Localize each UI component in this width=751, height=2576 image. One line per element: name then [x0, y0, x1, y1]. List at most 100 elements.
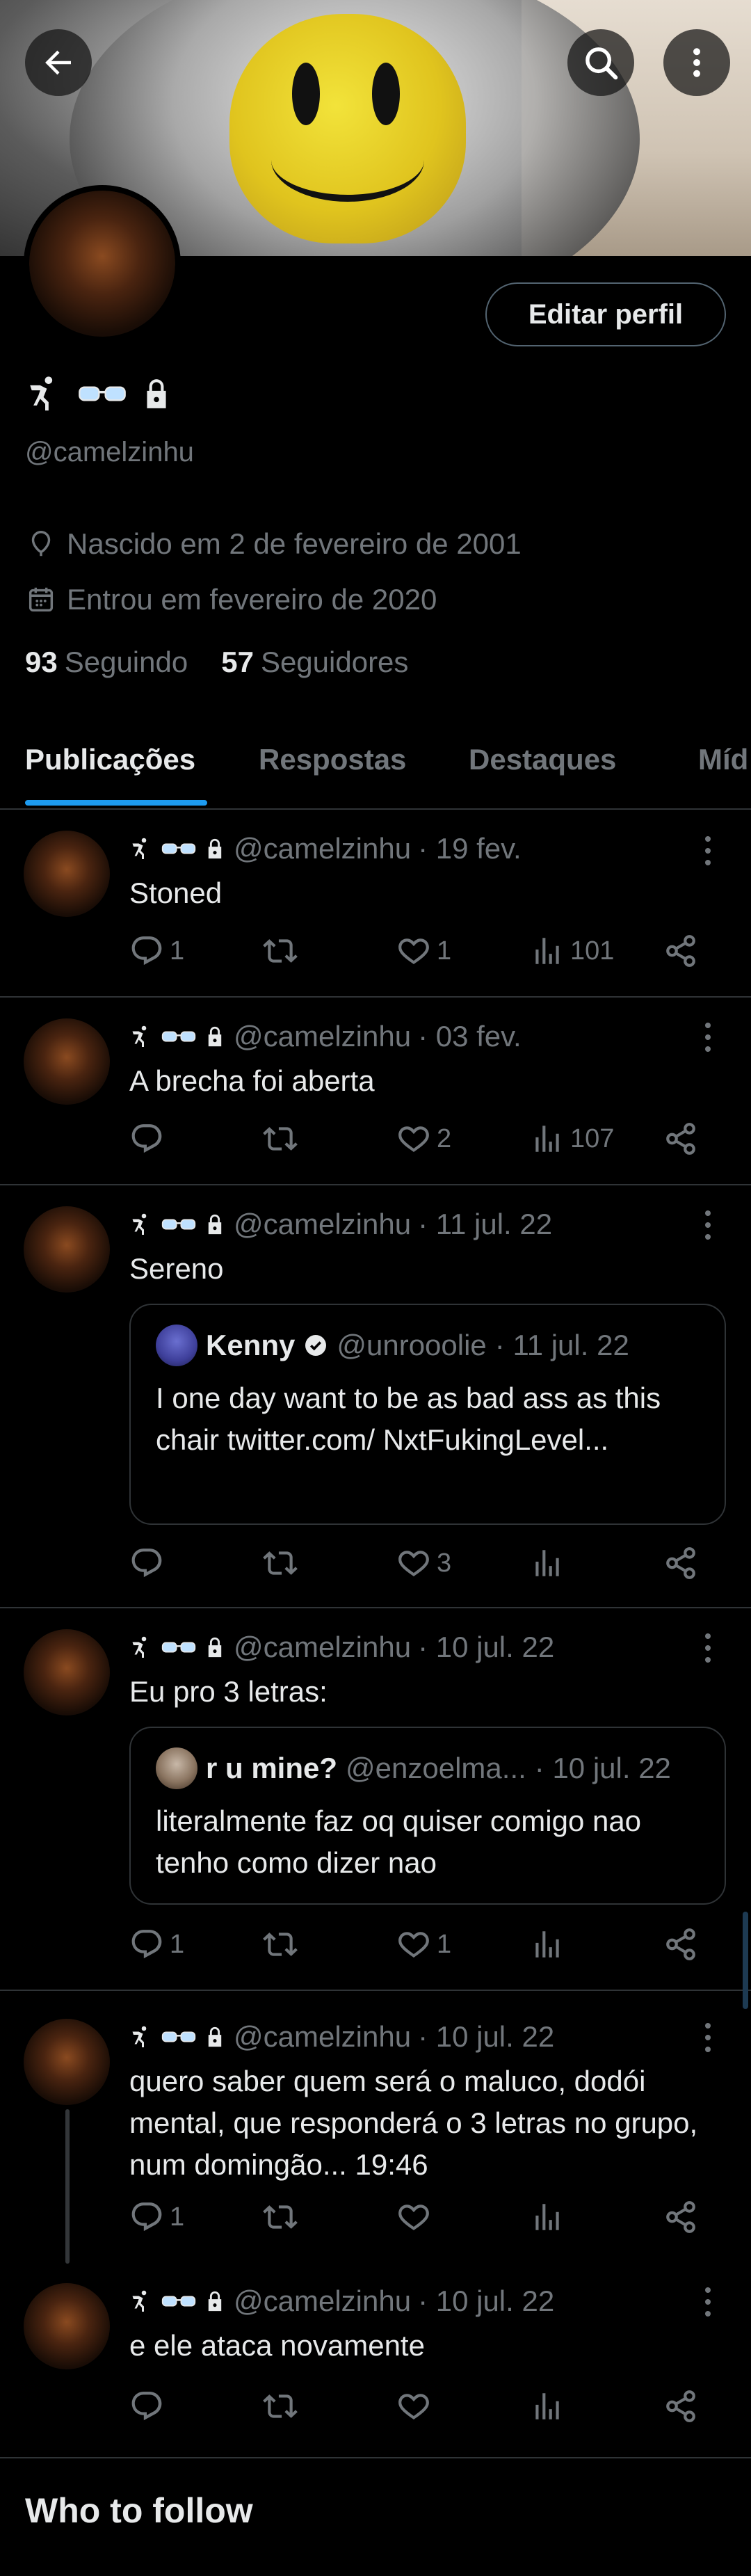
post-more-button[interactable] [695, 833, 720, 868]
post-handle[interactable]: @camelzinhu [234, 1208, 411, 1241]
like-button[interactable]: 2 [396, 1121, 451, 1156]
reply-button[interactable] [129, 2389, 164, 2424]
tab-destaques[interactable]: Destaques [469, 743, 616, 776]
post-avatar[interactable] [24, 1629, 110, 1715]
post[interactable]: @camelzinhu · 03 fev. A brecha foi abert… [0, 998, 751, 1185]
post-avatar[interactable] [24, 2019, 110, 2105]
quote-date: · 10 jul. 22 [534, 1752, 671, 1784]
share-button[interactable] [663, 1546, 698, 1581]
share-button[interactable] [663, 2389, 698, 2424]
post-date[interactable]: · 19 fev. [418, 832, 522, 865]
post[interactable]: @camelzinhu · 10 jul. 22 Eu pro 3 letras… [0, 1608, 751, 1991]
post-handle[interactable]: @camelzinhu [234, 1020, 411, 1053]
post-more-button[interactable] [695, 2020, 720, 2055]
smiley-right-eye [372, 63, 400, 125]
post-date[interactable]: · 11 jul. 22 [418, 1208, 552, 1241]
post-date[interactable]: · 10 jul. 22 [418, 2285, 554, 2318]
reply-button[interactable]: 1 [129, 2200, 184, 2234]
post-handle[interactable]: @camelzinhu [234, 2020, 411, 2054]
quoted-post[interactable]: Kenny @unrooolie · 11 jul. 22 I one day … [129, 1304, 726, 1525]
post-text: quero saber quem será o maluco, dodói me… [129, 2065, 698, 2181]
tab-midia[interactable]: Míd [698, 743, 748, 776]
person-run-icon [129, 1024, 154, 1049]
repost-button[interactable] [263, 2389, 298, 2424]
arrow-left-icon [45, 50, 71, 75]
share-icon [663, 1546, 698, 1581]
views-count: 107 [570, 1123, 615, 1153]
repost-button[interactable] [263, 2200, 298, 2234]
reply-icon [129, 1121, 164, 1156]
repost-button[interactable] [263, 1927, 298, 1962]
reply-count: 1 [170, 2202, 185, 2232]
profile-avatar[interactable] [24, 185, 181, 342]
post-handle[interactable]: @camelzinhu [234, 2285, 411, 2318]
follow-stats: 93 Seguindo 57 Seguidores [25, 646, 408, 679]
repost-button[interactable] [263, 1546, 298, 1581]
scrollbar-thumb[interactable] [743, 1912, 748, 2009]
like-button[interactable]: 1 [396, 934, 451, 968]
post-avatar[interactable] [24, 2283, 110, 2369]
post-date[interactable]: · 03 fev. [418, 1020, 522, 1053]
birth-info: Nascido em 2 de fevereiro de 2001 [25, 527, 522, 561]
share-icon [663, 934, 698, 968]
like-button[interactable] [396, 2200, 431, 2234]
repost-button[interactable] [263, 1121, 298, 1156]
heart-icon [396, 2389, 431, 2424]
post-more-button[interactable] [695, 1208, 720, 1242]
followers-label: Seguidores [260, 646, 409, 678]
repost-icon [263, 1927, 298, 1962]
quote-text: literalmente faz oq quiser comigo nao te… [156, 1805, 642, 1879]
post-text: Stoned [129, 877, 223, 909]
more-options-button[interactable] [663, 29, 730, 96]
quote-handle: @enzoelma... [346, 1752, 526, 1784]
thread-connector [65, 2109, 70, 2264]
followers-link[interactable]: 57 Seguidores [221, 646, 408, 679]
post-date[interactable]: · 10 jul. 22 [418, 2020, 554, 2054]
search-button[interactable] [567, 29, 634, 96]
views-button[interactable] [530, 2200, 565, 2234]
post-handle[interactable]: @camelzinhu [234, 832, 411, 865]
reply-button[interactable]: 1 [129, 1927, 184, 1962]
post-more-button[interactable] [695, 1631, 720, 1665]
post-more-button[interactable] [695, 2285, 720, 2319]
post-header: @camelzinhu · 11 jul. 22 [129, 1208, 552, 1241]
share-button[interactable] [663, 1927, 698, 1962]
edit-profile-button[interactable]: Editar perfil [485, 282, 726, 346]
views-button[interactable]: 107 [530, 1121, 614, 1156]
like-button[interactable]: 1 [396, 1927, 451, 1962]
lock-icon [139, 376, 174, 411]
bar-chart-icon [530, 2389, 565, 2424]
post-avatar[interactable] [24, 1206, 110, 1293]
repost-button[interactable] [263, 934, 298, 968]
reply-button[interactable] [129, 1546, 170, 1581]
views-button[interactable] [530, 2389, 565, 2424]
post-avatar[interactable] [24, 1018, 110, 1105]
person-run-icon [129, 2024, 154, 2049]
following-link[interactable]: 93 Seguindo [25, 646, 188, 679]
share-button[interactable] [663, 1121, 698, 1156]
post-more-button[interactable] [695, 1020, 720, 1055]
share-button[interactable] [663, 2200, 698, 2234]
post[interactable]: @camelzinhu · 10 jul. 22 quero saber que… [0, 1991, 751, 2264]
quoted-post[interactable]: r u mine? @enzoelma... · 10 jul. 22 lite… [129, 1727, 726, 1905]
like-button[interactable] [396, 2389, 431, 2424]
birth-text: Nascido em 2 de fevereiro de 2001 [67, 527, 522, 560]
post[interactable]: @camelzinhu · 10 jul. 22 e ele ataca nov… [0, 2264, 751, 2458]
like-button[interactable]: 3 [396, 1546, 451, 1581]
views-button[interactable] [530, 1546, 570, 1581]
tab-publicacoes[interactable]: Publicações [25, 743, 195, 776]
share-button[interactable] [663, 934, 698, 968]
views-button[interactable]: 101 [530, 934, 614, 968]
reply-button[interactable] [129, 1121, 170, 1156]
views-button[interactable] [530, 1927, 570, 1962]
post-handle[interactable]: @camelzinhu [234, 1631, 411, 1664]
post[interactable]: @camelzinhu · 11 jul. 22 Sereno Kenny @u… [0, 1185, 751, 1608]
tab-respostas[interactable]: Respostas [259, 743, 406, 776]
reply-count: 1 [170, 936, 185, 966]
post[interactable]: @camelzinhu · 19 fev. Stoned 1 1 101 [0, 811, 751, 998]
share-icon [663, 2200, 698, 2234]
reply-button[interactable]: 1 [129, 934, 184, 968]
post-avatar[interactable] [24, 831, 110, 917]
post-date[interactable]: · 10 jul. 22 [418, 1631, 554, 1664]
back-button[interactable] [25, 29, 92, 96]
